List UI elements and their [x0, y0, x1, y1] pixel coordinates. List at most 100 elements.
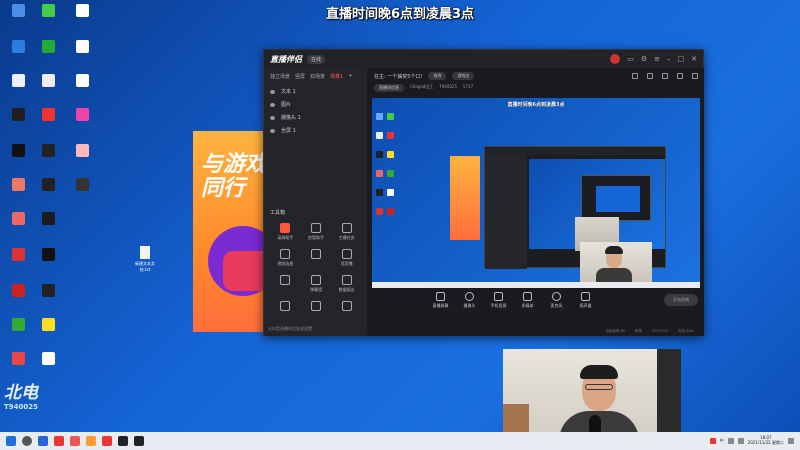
minimize-icon[interactable]: – — [667, 55, 671, 63]
scene-tabs: 独立场景 竖屏 双场景 场景1 + — [264, 68, 367, 85]
game-select[interactable]: 游戏名 — [452, 72, 475, 80]
eye-icon[interactable] — [270, 128, 275, 133]
lock-icon[interactable] — [647, 73, 653, 79]
speaker-button[interactable]: 扬声器 — [573, 292, 598, 309]
layer-item[interactable]: 文本 1 — [264, 85, 367, 98]
desktop-icon[interactable] — [4, 144, 32, 159]
phone-cast-button[interactable]: 手机投屏 — [486, 292, 511, 309]
desktop-icon[interactable] — [4, 352, 32, 367]
taskbar-app-icon[interactable] — [134, 436, 144, 446]
screen-capture-button[interactable]: 直播屏幕 — [428, 292, 453, 309]
desktop-text-file[interactable]: 新建文本文档.txt — [130, 246, 160, 273]
share-icon[interactable] — [662, 73, 668, 79]
taskbar-app-icon[interactable] — [70, 436, 80, 446]
network-icon[interactable] — [727, 438, 734, 444]
desktop-icon[interactable] — [4, 74, 32, 89]
clock[interactable]: 18:07 2021/11/22 星期二 — [748, 435, 784, 446]
tool-item[interactable] — [270, 275, 301, 293]
tab-independent[interactable]: 独立场景 — [270, 73, 290, 80]
desktop-icon[interactable] — [4, 108, 32, 123]
tool-data-report[interactable]: 数据报告 — [331, 275, 362, 293]
edit-title-button[interactable]: 修改 — [428, 72, 447, 80]
microphone-button[interactable]: 麦克风 — [544, 292, 569, 309]
stream-preview[interactable]: 直播时间晚6点到凌晨3点 — [372, 98, 700, 288]
desktop-icon[interactable] — [34, 284, 62, 299]
tool-anchor-task[interactable]: 主播任务 — [331, 223, 362, 241]
desktop-icon[interactable] — [34, 318, 62, 333]
tool-screen-record[interactable]: 录屏助手 — [270, 223, 301, 241]
desktop-icon[interactable] — [34, 248, 62, 263]
status-badge[interactable]: 在线 — [307, 54, 326, 64]
windows-start-icon[interactable] — [6, 436, 16, 446]
desktop-icon[interactable] — [68, 74, 96, 89]
desktop-icon[interactable] — [4, 284, 32, 299]
tool-item[interactable] — [301, 249, 332, 267]
desktop-icon[interactable] — [4, 4, 32, 19]
taskbar: 中 18:07 2021/11/22 星期二 — [0, 432, 800, 450]
live-companion-window[interactable]: 直播伴侣 在线 ▭ ⚙ ≡ – □ ✕ 独立场景 竖屏 双场景 场景1 + 文本… — [263, 49, 704, 336]
menu-icon[interactable]: ≡ — [654, 55, 660, 63]
tab-dual[interactable]: 双场景 — [310, 73, 325, 80]
bell-icon[interactable] — [677, 73, 683, 79]
layer-item[interactable]: 全屏 1 — [264, 124, 367, 137]
settings-icon[interactable] — [632, 73, 638, 79]
taskbar-app-icon[interactable] — [86, 436, 96, 446]
desktop-icon[interactable] — [34, 74, 62, 89]
tool-video-link[interactable]: 视频连麦 — [270, 249, 301, 267]
file-icon — [140, 246, 150, 259]
close-icon[interactable]: ✕ — [691, 55, 697, 63]
desktop-icon[interactable] — [4, 248, 32, 263]
add-scene-icon[interactable]: + — [348, 73, 352, 80]
taskbar-app-icon[interactable] — [102, 436, 112, 446]
tab-scene1[interactable]: 场景1 — [330, 73, 343, 80]
settings-icon[interactable]: ⚙ — [641, 55, 647, 63]
desktop-icon[interactable] — [34, 178, 62, 193]
tool-item[interactable] — [331, 301, 362, 313]
volume-icon[interactable] — [737, 438, 744, 444]
avatar[interactable] — [610, 54, 621, 64]
desktop-icon[interactable] — [34, 212, 62, 227]
tool-danmaku-wall[interactable]: 弹幕墙 — [301, 275, 332, 293]
layer-item[interactable]: 摄像头 1 — [264, 111, 367, 124]
desktop-icon[interactable] — [68, 4, 96, 19]
more-icon[interactable] — [692, 73, 698, 79]
desktop-icon[interactable] — [4, 40, 32, 55]
tool-item[interactable] — [270, 301, 301, 313]
taskbar-app-icon[interactable] — [54, 436, 64, 446]
desktop-icon[interactable] — [34, 352, 62, 367]
camera-button[interactable]: 摄像头 — [457, 292, 482, 309]
taskbar-app-icon[interactable] — [118, 436, 128, 446]
watermark: 北电 T940025 — [4, 385, 60, 411]
control-bar: 直播屏幕 摄像头 手机投屏 多媒体 麦克风 扬声器 开始直播 — [368, 292, 704, 309]
notification-icon[interactable] — [788, 438, 794, 444]
desktop-icon[interactable] — [4, 178, 32, 193]
live-info-bar: 在主: 一个抽奖5个口! 修改 游戏名 — [368, 68, 704, 84]
desktop-icon[interactable] — [34, 40, 62, 55]
eye-icon[interactable] — [270, 115, 275, 120]
taskbar-app-icon[interactable] — [38, 436, 48, 446]
eye-icon[interactable] — [270, 102, 275, 107]
desktop-icon[interactable] — [4, 212, 32, 227]
desktop-icon[interactable] — [4, 318, 32, 333]
layer-item[interactable]: 图片 — [264, 98, 367, 111]
desktop-icon[interactable] — [68, 144, 96, 159]
search-icon[interactable] — [22, 436, 32, 446]
desktop-icon[interactable] — [34, 4, 62, 19]
tray-icon[interactable] — [709, 438, 716, 444]
desktop-icon[interactable] — [68, 108, 96, 123]
tool-voice[interactable]: 语音播 — [331, 249, 362, 267]
desktop-icon[interactable] — [68, 178, 96, 193]
message-icon[interactable]: ▭ — [627, 55, 634, 63]
desktop-icon[interactable] — [34, 144, 62, 159]
desktop-icon[interactable] — [68, 40, 96, 55]
ime-indicator[interactable]: 中 — [720, 438, 724, 444]
desktop-icon[interactable] — [34, 108, 62, 123]
tool-room-manager[interactable]: 房管助手 — [301, 223, 332, 241]
maximize-icon[interactable]: □ — [678, 55, 685, 63]
tool-item[interactable] — [301, 301, 332, 313]
eye-icon[interactable] — [270, 89, 275, 94]
tab-portrait[interactable]: 竖屏 — [295, 73, 305, 80]
media-button[interactable]: 多媒体 — [515, 292, 540, 309]
start-live-button[interactable]: 开始直播 — [664, 294, 698, 306]
app-titlebar[interactable]: 直播伴侣 在线 ▭ ⚙ ≡ – □ ✕ — [264, 50, 703, 68]
